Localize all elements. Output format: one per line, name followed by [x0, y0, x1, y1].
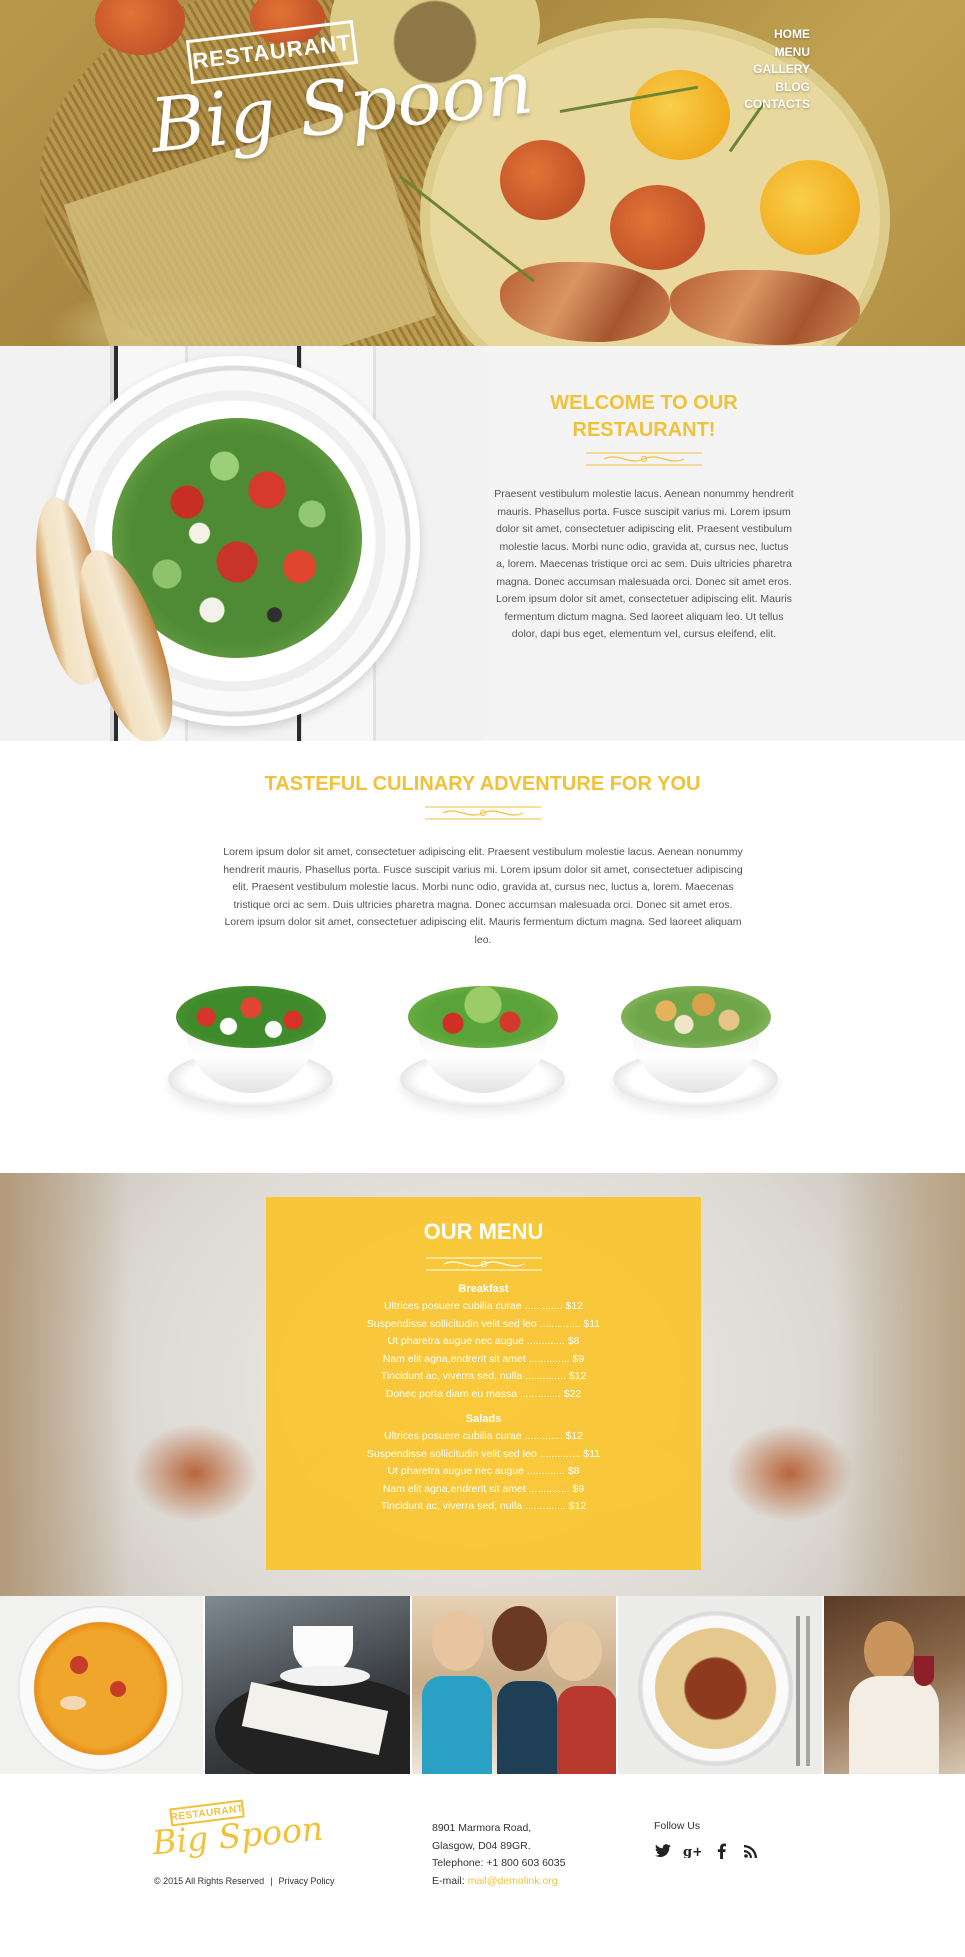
- salad-bowl-caprese: [168, 981, 338, 1121]
- menu-category-breakfast: Breakfast: [458, 1283, 509, 1295]
- culinary-section: TASTEFUL CULINARY ADVENTURE FOR YOU Lore…: [0, 741, 965, 1173]
- welcome-title-line2: RESTAURANT!: [572, 419, 716, 441]
- culinary-title: TASTEFUL CULINARY ADVENTURE FOR YOU: [264, 773, 701, 795]
- photo-gallery: [0, 1596, 965, 1774]
- menu-item: Donec porta diam eu massa ..............…: [385, 1387, 582, 1400]
- facebook-icon[interactable]: [712, 1842, 730, 1860]
- ornament-divider-icon: [425, 1257, 542, 1271]
- contact-info: 8901 Marmora Road, Glasgow, D04 89GR. Te…: [432, 1820, 565, 1890]
- gallery-photo-coffee[interactable]: [205, 1596, 412, 1774]
- nav-home[interactable]: HOME: [744, 26, 810, 44]
- rss-icon[interactable]: [741, 1842, 759, 1860]
- ornament-divider-icon: [424, 806, 541, 820]
- gallery-photo-soup[interactable]: [0, 1596, 205, 1774]
- privacy-policy-link[interactable]: Privacy Policy: [279, 1876, 335, 1886]
- address-line2: Glasgow, D04 89GR.: [432, 1839, 531, 1852]
- menu-item: Tincidunt ac, viverra sed, nulla .......…: [380, 1500, 587, 1512]
- menu-panel: OUR MENU Breakfast Ultrices posuere cubi…: [266, 1197, 701, 1570]
- menu-item: Suspendisse sollicitudin velit sed leo .…: [366, 1317, 601, 1330]
- menu-item: Ultrices posuere cubilia curae .........…: [383, 1300, 583, 1312]
- welcome-text: Praesent vestibulum molestie lacus. Aene…: [494, 488, 794, 640]
- telephone-number: +1 800 603 6035: [486, 1857, 566, 1869]
- menu-item: Nam elit agna,endrerit sit amet ........…: [382, 1482, 585, 1495]
- salad-bowl-caesar: [613, 981, 783, 1121]
- gallery-photo-pasta[interactable]: [618, 1596, 824, 1774]
- ornament-divider-icon: [586, 452, 702, 466]
- copyright-text: © 2015 All Rights Reserved: [154, 1876, 265, 1886]
- menu-item: Tincidunt ac, viverra sed, nulla .......…: [380, 1370, 587, 1382]
- main-nav: HOME MENU GALLERY BLOG CONTACTS: [744, 26, 810, 114]
- nav-blog[interactable]: BLOG: [744, 79, 810, 97]
- gallery-photo-friends[interactable]: [412, 1596, 618, 1774]
- menu-title: OUR MENU: [423, 1219, 544, 1244]
- welcome-section: WELCOME TO OUR RESTAURANT! Praesent vest…: [0, 346, 965, 741]
- menu-item: Suspendisse sollicitudin velit sed leo .…: [366, 1447, 601, 1460]
- welcome-title-line1: WELCOME TO OUR: [550, 392, 738, 414]
- telephone-label: Telephone:: [432, 1857, 484, 1869]
- email-label: E-mail:: [432, 1874, 465, 1887]
- menu-item: Ut pharetra augue nec augue ............…: [387, 1335, 580, 1347]
- nav-gallery[interactable]: GALLERY: [744, 61, 810, 79]
- follow-us-label: Follow Us: [654, 1820, 701, 1832]
- svg-text:g+: g+: [683, 1845, 701, 1858]
- menu-section: OUR MENU Breakfast Ultrices posuere cubi…: [0, 1173, 965, 1596]
- hero-banner: RESTAURANT Big Spoon HOME MENU GALLERY B…: [0, 0, 965, 346]
- menu-item: Nam elit agna,endrerit sit amet ........…: [382, 1352, 585, 1365]
- address-line1: 8901 Marmora Road,: [432, 1822, 532, 1834]
- culinary-text: Lorem ipsum dolor sit amet, consectetuer…: [223, 846, 743, 946]
- twitter-icon[interactable]: [654, 1842, 672, 1860]
- salad-bowl-greens: [400, 981, 570, 1121]
- gallery-photo-wine[interactable]: [824, 1596, 965, 1774]
- nav-menu[interactable]: MENU: [744, 44, 810, 62]
- copyright: © 2015 All Rights Reserved | Privacy Polic…: [154, 1876, 335, 1886]
- menu-item: Ut pharetra augue nec augue ............…: [387, 1465, 580, 1477]
- social-links: g+: [654, 1842, 759, 1860]
- google-plus-icon[interactable]: g+: [683, 1842, 701, 1860]
- email-link[interactable]: mail@demolink.org: [468, 1875, 558, 1887]
- nav-contacts[interactable]: CONTACTS: [744, 96, 810, 114]
- menu-category-salads: Salads: [465, 1413, 502, 1425]
- salad-photo: [0, 346, 484, 741]
- footer: RESTAURANT Big Spoon © 2015 All Rights R…: [0, 1774, 965, 1957]
- separator: |: [270, 1876, 273, 1886]
- menu-item: Ultrices posuere cubilia curae .........…: [383, 1430, 583, 1442]
